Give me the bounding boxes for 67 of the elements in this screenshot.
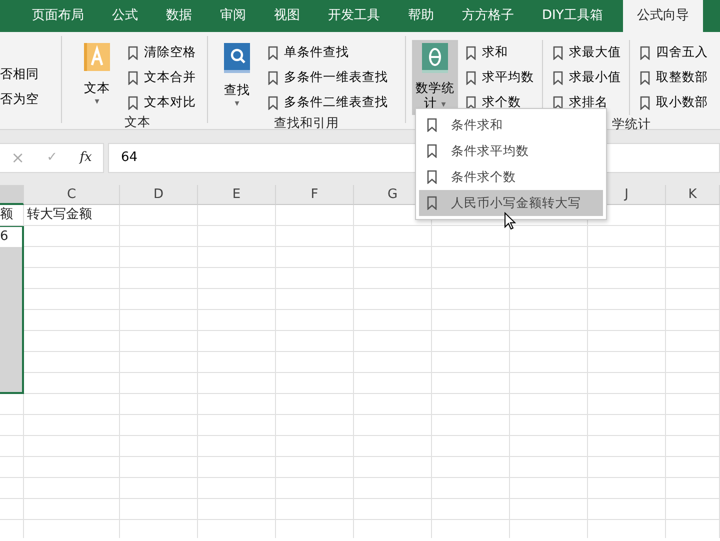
ribbon-tab[interactable]: 审阅 <box>206 0 260 32</box>
bookmark-icon <box>128 96 138 110</box>
ribbon-tab[interactable]: 方方格子 <box>448 0 528 32</box>
bookmark-icon <box>427 144 437 158</box>
ribbon-item[interactable]: 文本合并 <box>126 67 198 88</box>
column-header[interactable]: K <box>666 185 720 205</box>
ribbon-item[interactable]: 求最小值 <box>551 67 623 88</box>
insert-function-button[interactable]: fx <box>80 148 92 168</box>
bookmark-icon <box>466 96 476 110</box>
ribbon-tab[interactable]: 帮助 <box>394 0 448 32</box>
ribbon-item[interactable]: 求最大值 <box>551 42 623 63</box>
bookmark-icon <box>427 196 437 210</box>
ribbon-item[interactable]: 多条件一维表查找 <box>266 67 390 88</box>
ribbon-item[interactable]: 否相同 <box>0 64 41 85</box>
bookmark-icon <box>553 70 563 84</box>
bookmark-icon <box>553 46 563 60</box>
column-header[interactable]: E <box>198 185 276 205</box>
table-cell-text: 额 <box>0 206 14 224</box>
bookmark-icon <box>128 70 138 84</box>
ribbon-tab[interactable]: 开发工具 <box>314 0 394 32</box>
bookmark-icon <box>553 96 563 110</box>
bookmark-icon <box>466 70 476 84</box>
bookmark-icon <box>640 70 650 84</box>
column-header[interactable]: D <box>120 185 198 205</box>
ribbon-item[interactable]: 否为空 <box>0 89 41 110</box>
bookmark-icon <box>640 96 650 110</box>
ribbon-button[interactable]: 文本 ▾ <box>74 40 120 113</box>
ribbon-item[interactable]: 取小数部 <box>638 92 710 113</box>
column-header[interactable] <box>0 185 24 205</box>
ribbon-item[interactable]: 取整数部 <box>638 67 710 88</box>
ribbon-tab[interactable]: 公式向导 <box>622 0 703 32</box>
menu-item[interactable]: 人民币小写金额转大写 <box>419 190 603 216</box>
ribbon-item[interactable]: 求平均数 <box>464 67 536 88</box>
bookmark-icon <box>640 46 650 60</box>
menu-item[interactable]: 条件求和 <box>419 112 603 138</box>
ribbon-item[interactable]: 四舍五入 <box>638 42 710 63</box>
ribbon-item[interactable]: 多条件二维表查找 <box>266 92 390 113</box>
theta-book-icon <box>421 42 449 74</box>
table-cell: 6 <box>0 226 24 247</box>
ribbon-tab[interactable]: 数据 <box>152 0 206 32</box>
table-cell-text: 转大写金额 <box>26 206 93 224</box>
bookmark-icon <box>427 170 437 184</box>
ribbon-button[interactable]: 数学统计 ▾ <box>412 40 458 115</box>
ribbon-tab[interactable]: 视图 <box>260 0 314 32</box>
column-header[interactable]: C <box>24 185 120 205</box>
ribbon-tab[interactable]: DIY工具箱 <box>528 0 617 32</box>
ribbon-item[interactable]: 求排名 <box>551 92 623 113</box>
ribbon-item[interactable]: 求个数 <box>464 92 536 113</box>
bookmark-icon <box>268 96 278 110</box>
column-header[interactable]: F <box>276 185 354 205</box>
bookmark-icon <box>466 46 476 60</box>
ribbon-tab[interactable]: 页面布局 <box>18 0 98 32</box>
bookmark-icon <box>128 46 138 60</box>
ribbon-item[interactable]: 单条件查找 <box>266 42 390 63</box>
ribbon-tab[interactable]: 公式 <box>98 0 152 32</box>
ribbon-item[interactable]: 清除空格 <box>126 42 198 63</box>
letter-book-icon <box>83 42 111 72</box>
ribbon-button[interactable]: 查找 ▾ <box>214 40 260 114</box>
group-label: 文本 <box>124 113 152 131</box>
bookmark-icon <box>427 118 437 132</box>
bookmark-icon <box>268 46 278 60</box>
group-label: 查找和引用 <box>273 114 340 132</box>
bookmark-icon <box>268 70 278 84</box>
book-search-icon <box>223 42 251 74</box>
ribbon-item[interactable]: 文本对比 <box>126 92 198 113</box>
group-label: 学统计 <box>612 115 651 133</box>
ribbon-item[interactable]: 求和 <box>464 42 536 63</box>
